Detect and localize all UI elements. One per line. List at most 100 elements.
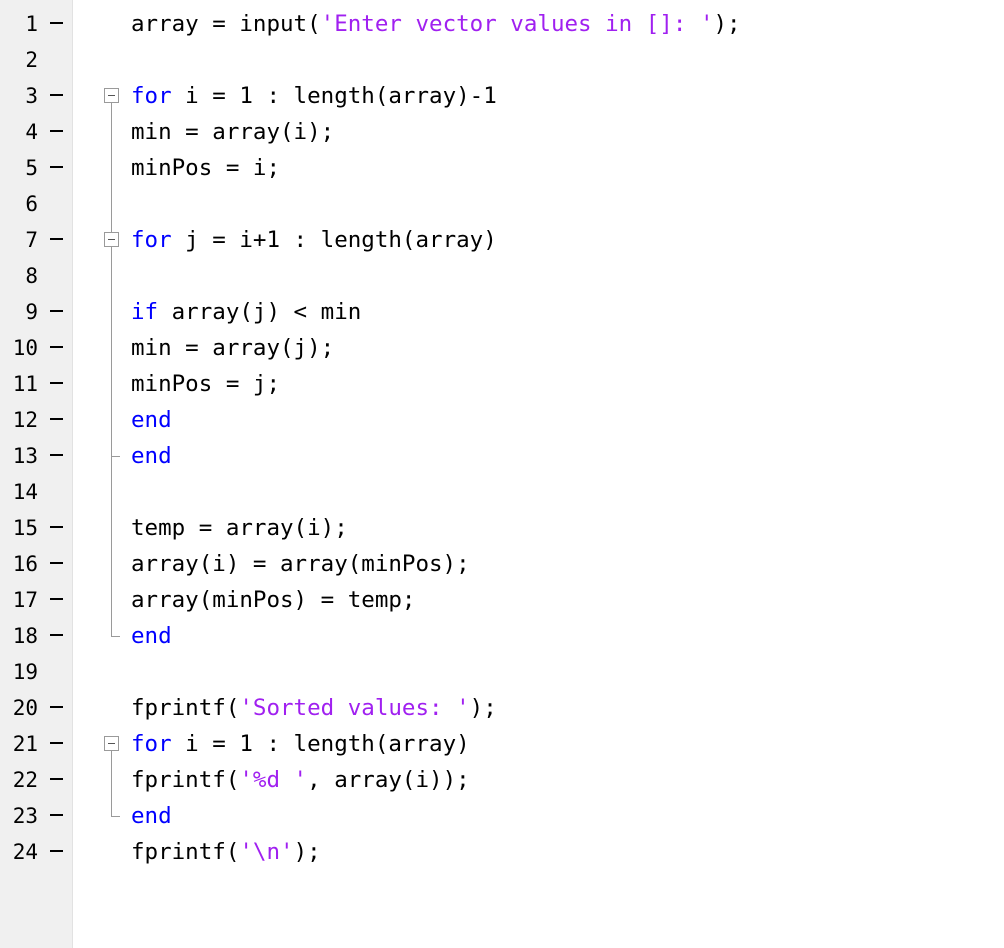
code-line-row[interactable]: 1 array = input('Enter vector values in [… bbox=[0, 6, 1004, 42]
code-token: ); bbox=[293, 839, 321, 865]
line-number: 6 bbox=[25, 192, 38, 216]
code-line-row[interactable]: 2 bbox=[0, 42, 1004, 78]
code-text[interactable]: fprintf('Sorted values: '); bbox=[131, 696, 497, 720]
line-number: 21 bbox=[12, 732, 38, 756]
code-token: min = array(i); bbox=[131, 119, 335, 145]
fold-collapse-icon[interactable] bbox=[104, 232, 119, 247]
code-line-row[interactable]: 17 array(minPos) = temp; bbox=[0, 582, 1004, 618]
code-text[interactable]: end bbox=[131, 624, 172, 648]
code-text[interactable]: minPos = i; bbox=[131, 156, 280, 180]
breakpoint-dash-icon[interactable] bbox=[50, 814, 63, 816]
code-line-row[interactable]: 14 bbox=[0, 474, 1004, 510]
line-number: 8 bbox=[25, 264, 38, 288]
code-token: minPos = i; bbox=[131, 155, 281, 181]
code-text[interactable]: min = array(j); bbox=[131, 336, 334, 360]
code-line-row[interactable]: 7 for j = i+1 : length(array) bbox=[0, 222, 1004, 258]
code-line-row[interactable]: 12 end bbox=[0, 402, 1004, 438]
code-token: ); bbox=[713, 11, 741, 37]
code-text[interactable]: array(minPos) = temp; bbox=[131, 588, 415, 612]
breakpoint-dash-icon[interactable] bbox=[50, 526, 63, 528]
breakpoint-dash-icon[interactable] bbox=[50, 454, 63, 456]
code-text[interactable]: temp = array(i); bbox=[131, 516, 348, 540]
line-number: 17 bbox=[12, 588, 38, 612]
code-token: j = i+1 : length(array) bbox=[171, 227, 497, 253]
line-number: 20 bbox=[12, 696, 38, 720]
code-line-row[interactable]: 16 array(i) = array(minPos); bbox=[0, 546, 1004, 582]
code-line-row[interactable]: 10 min = array(j); bbox=[0, 330, 1004, 366]
code-text[interactable]: for i = 1 : length(array)-1 bbox=[131, 84, 497, 108]
line-number: 1 bbox=[25, 12, 38, 36]
breakpoint-dash-icon[interactable] bbox=[50, 310, 63, 312]
breakpoint-dash-icon[interactable] bbox=[50, 562, 63, 564]
line-number: 19 bbox=[12, 660, 38, 684]
breakpoint-dash-icon[interactable] bbox=[50, 598, 63, 600]
breakpoint-dash-icon[interactable] bbox=[50, 166, 63, 168]
code-text[interactable]: for i = 1 : length(array) bbox=[131, 732, 470, 756]
line-number: 5 bbox=[25, 156, 38, 180]
breakpoint-dash-icon[interactable] bbox=[50, 94, 63, 96]
code-text[interactable]: end bbox=[131, 804, 172, 828]
line-number: 3 bbox=[25, 84, 38, 108]
line-number: 23 bbox=[12, 804, 38, 828]
code-text[interactable]: end bbox=[131, 408, 172, 432]
code-text[interactable]: min = array(i); bbox=[131, 120, 334, 144]
code-text[interactable]: if array(j) < min bbox=[131, 300, 361, 324]
code-line-row[interactable]: 9 if array(j) < min bbox=[0, 294, 1004, 330]
keyword-token: end bbox=[131, 443, 172, 469]
code-line-row[interactable]: 20 fprintf('Sorted values: '); bbox=[0, 690, 1004, 726]
breakpoint-dash-icon[interactable] bbox=[50, 850, 63, 852]
code-token: , array(i)); bbox=[307, 767, 470, 793]
line-number: 13 bbox=[12, 444, 38, 468]
code-token: minPos = j; bbox=[131, 371, 281, 397]
code-line-row[interactable]: 3 for i = 1 : length(array)-1 bbox=[0, 78, 1004, 114]
code-line-row[interactable]: 23 end bbox=[0, 798, 1004, 834]
fold-collapse-icon[interactable] bbox=[104, 88, 119, 103]
code-text[interactable]: fprintf('\n'); bbox=[131, 840, 321, 864]
fold-end-marker bbox=[111, 816, 120, 817]
code-text[interactable]: array(i) = array(minPos); bbox=[131, 552, 470, 576]
breakpoint-dash-icon[interactable] bbox=[50, 130, 63, 132]
code-text[interactable]: fprintf('%d ', array(i)); bbox=[131, 768, 470, 792]
code-token: fprintf( bbox=[131, 695, 240, 721]
code-text[interactable]: end bbox=[131, 444, 172, 468]
line-number: 10 bbox=[12, 336, 38, 360]
line-number: 22 bbox=[12, 768, 38, 792]
code-token: array(minPos) = temp; bbox=[131, 587, 416, 613]
code-text[interactable]: minPos = j; bbox=[131, 372, 280, 396]
breakpoint-dash-icon[interactable] bbox=[50, 346, 63, 348]
code-editor[interactable]: 1 array = input('Enter vector values in [… bbox=[0, 0, 1004, 948]
fold-collapse-icon[interactable] bbox=[104, 736, 119, 751]
code-line-row[interactable]: 11 minPos = j; bbox=[0, 366, 1004, 402]
code-line-row[interactable]: 5 minPos = i; bbox=[0, 150, 1004, 186]
breakpoint-dash-icon[interactable] bbox=[50, 742, 63, 744]
keyword-token: end bbox=[131, 407, 172, 433]
code-text[interactable]: array = input('Enter vector values in []… bbox=[131, 12, 741, 36]
code-text[interactable]: for j = i+1 : length(array) bbox=[131, 228, 497, 252]
code-line-row[interactable]: 22 fprintf('%d ', array(i)); bbox=[0, 762, 1004, 798]
breakpoint-dash-icon[interactable] bbox=[50, 238, 63, 240]
breakpoint-dash-icon[interactable] bbox=[50, 22, 63, 24]
code-token: i = 1 : length(array) bbox=[171, 731, 470, 757]
code-line-row[interactable]: 19 bbox=[0, 654, 1004, 690]
code-line-row[interactable]: 21 for i = 1 : length(array) bbox=[0, 726, 1004, 762]
breakpoint-dash-icon[interactable] bbox=[50, 634, 63, 636]
breakpoint-dash-icon[interactable] bbox=[50, 706, 63, 708]
fold-end-marker bbox=[111, 456, 120, 457]
code-line-row[interactable]: 18 end bbox=[0, 618, 1004, 654]
keyword-token: end bbox=[131, 623, 172, 649]
code-line-row[interactable]: 8 bbox=[0, 258, 1004, 294]
line-number: 7 bbox=[25, 228, 38, 252]
breakpoint-dash-icon[interactable] bbox=[50, 778, 63, 780]
breakpoint-dash-icon[interactable] bbox=[50, 382, 63, 384]
line-number: 24 bbox=[12, 840, 38, 864]
code-line-row[interactable]: 6 bbox=[0, 186, 1004, 222]
code-line-row[interactable]: 24 fprintf('\n'); bbox=[0, 834, 1004, 870]
breakpoint-dash-icon[interactable] bbox=[50, 418, 63, 420]
code-token: min = array(j); bbox=[131, 335, 335, 361]
code-line-row[interactable]: 13 end bbox=[0, 438, 1004, 474]
code-line-row[interactable]: 4 min = array(i); bbox=[0, 114, 1004, 150]
keyword-token: for bbox=[131, 227, 172, 253]
code-token: array = input( bbox=[131, 11, 321, 37]
fold-guide-line bbox=[111, 247, 112, 456]
code-line-row[interactable]: 15 temp = array(i); bbox=[0, 510, 1004, 546]
